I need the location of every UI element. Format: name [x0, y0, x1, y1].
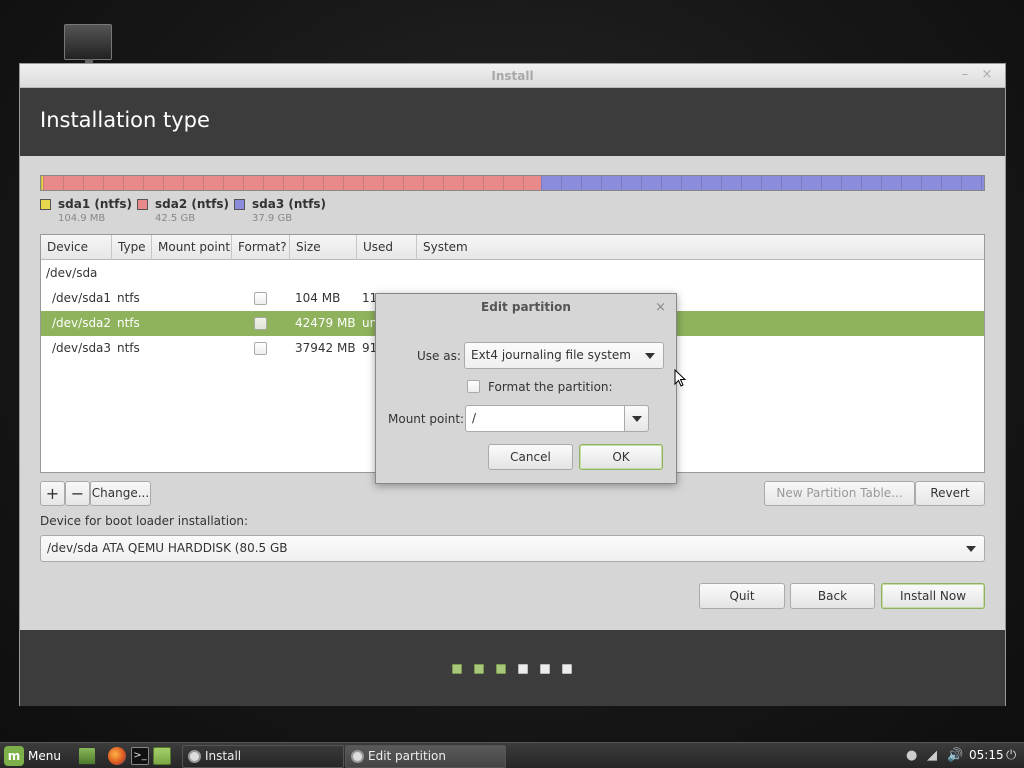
legend-size: 37.9 GB: [252, 213, 293, 224]
progress-footer: [20, 630, 1005, 706]
remove-partition-button[interactable]: −: [65, 481, 90, 506]
page-title: Installation type: [40, 108, 210, 132]
chevron-down-icon: [645, 353, 655, 359]
progress-step-3: [496, 664, 506, 674]
use-as-value: Ext4 journaling file system: [471, 348, 631, 362]
format-checkbox[interactable]: [254, 317, 267, 330]
taskbar-item-label: Install: [205, 749, 242, 763]
format-partition-label: Format the partition:: [488, 380, 613, 394]
volume-icon[interactable]: 🔊: [947, 748, 963, 763]
change-partition-button[interactable]: Change...: [90, 481, 151, 506]
quit-button[interactable]: Quit: [699, 583, 785, 609]
taskbar-item-edit-partition[interactable]: Edit partition: [345, 745, 506, 768]
cell-type: ntfs: [117, 291, 140, 305]
dialog-title: Edit partition: [481, 300, 571, 314]
revert-button[interactable]: Revert: [915, 481, 985, 506]
computer-desktop-icon[interactable]: [64, 24, 112, 63]
taskbar: m Menu >_ Install Edit partition ● ◢ 🔊 0…: [0, 742, 1024, 768]
window-titlebar: Install – ×: [20, 64, 1005, 88]
bootloader-device-value: /dev/sda ATA QEMU HARDDISK (80.5 GB: [47, 541, 288, 555]
mouse-cursor-icon: [674, 369, 687, 387]
dialog-close-button[interactable]: ×: [655, 300, 666, 315]
edit-partition-dialog: Edit partition × Use as: Ext4 journaling…: [375, 293, 677, 484]
cell-size: 42479 MB: [295, 316, 356, 330]
partition-bar-sda3: [541, 176, 984, 190]
taskbar-item-label: Edit partition: [368, 749, 446, 763]
partition-bar: [40, 175, 985, 191]
legend-name: sda3 (ntfs): [252, 197, 326, 211]
terminal-icon[interactable]: >_: [131, 747, 149, 765]
bootloader-device-select[interactable]: /dev/sda ATA QEMU HARDDISK (80.5 GB: [40, 535, 985, 562]
legend-swatch: [137, 199, 148, 210]
format-partition-checkbox[interactable]: [467, 380, 480, 393]
table-header: Device Type Mount point Format? Size Use…: [41, 235, 984, 260]
mint-logo-icon: m: [4, 746, 24, 766]
install-disc-icon: [351, 750, 364, 763]
install-now-button[interactable]: Install Now: [881, 583, 985, 609]
cell-device: /dev/sda1: [52, 291, 112, 305]
back-button[interactable]: Back: [790, 583, 875, 609]
legend-size: 104.9 MB: [58, 213, 106, 224]
legend-name: sda1 (ntfs): [58, 197, 132, 211]
mount-point-label: Mount point:: [388, 412, 465, 426]
cell-size: 104 MB: [295, 291, 341, 305]
column-header-mount-point[interactable]: Mount point: [152, 235, 232, 260]
files-icon[interactable]: [153, 747, 171, 765]
network-icon[interactable]: ◢: [927, 748, 937, 763]
legend-swatch: [40, 199, 51, 210]
cell-device: /dev/sda: [46, 266, 98, 280]
taskbar-item-install[interactable]: Install: [182, 745, 344, 768]
legend-swatch: [234, 199, 245, 210]
install-disc-icon: [188, 750, 201, 763]
progress-step-1: [452, 664, 462, 674]
progress-step-6: [562, 664, 572, 674]
cell-device: /dev/sda2: [52, 316, 112, 330]
mount-point-input[interactable]: /: [465, 405, 625, 432]
clock[interactable]: 05:15: [969, 748, 1004, 762]
column-header-size[interactable]: Size: [290, 235, 357, 260]
legend-size: 42.5 GB: [155, 213, 196, 224]
menu-label: Menu: [28, 749, 61, 763]
chevron-down-icon: [966, 546, 976, 552]
close-button[interactable]: ×: [979, 67, 995, 83]
column-header-device[interactable]: Device: [41, 235, 112, 260]
table-row[interactable]: /dev/sda: [41, 261, 984, 286]
use-as-select[interactable]: Ext4 journaling file system: [464, 342, 664, 369]
dialog-ok-button[interactable]: OK: [579, 444, 663, 470]
progress-step-2: [474, 664, 484, 674]
column-header-type[interactable]: Type: [112, 235, 152, 260]
cell-device: /dev/sda3: [52, 341, 112, 355]
power-icon[interactable]: ⏻: [1006, 748, 1016, 763]
format-checkbox[interactable]: [254, 342, 267, 355]
mount-point-dropdown-button[interactable]: [624, 405, 649, 432]
format-checkbox[interactable]: [254, 292, 267, 305]
bootloader-label: Device for boot loader installation:: [40, 514, 249, 528]
cell-type: ntfs: [117, 341, 140, 355]
use-as-label: Use as:: [417, 349, 461, 363]
legend-name: sda2 (ntfs): [155, 197, 229, 211]
progress-step-4: [518, 664, 528, 674]
minimize-button[interactable]: –: [957, 67, 973, 83]
column-header-used[interactable]: Used: [357, 235, 417, 260]
user-icon[interactable]: ●: [906, 748, 917, 763]
progress-step-5: [540, 664, 550, 674]
cell-size: 37942 MB: [295, 341, 356, 355]
column-header-system[interactable]: System: [417, 235, 984, 260]
firefox-icon[interactable]: [108, 747, 126, 765]
show-desktop-icon[interactable]: [78, 747, 96, 765]
add-partition-button[interactable]: +: [40, 481, 65, 506]
page-header: Installation type: [20, 88, 1005, 156]
window-title: Install: [491, 69, 534, 83]
dialog-cancel-button[interactable]: Cancel: [488, 444, 573, 470]
new-partition-table-button[interactable]: New Partition Table...: [764, 481, 915, 506]
column-header-format[interactable]: Format?: [232, 235, 290, 260]
cell-type: ntfs: [117, 316, 140, 330]
menu-button[interactable]: m Menu: [4, 746, 61, 766]
partition-bar-sda2: [43, 176, 541, 190]
